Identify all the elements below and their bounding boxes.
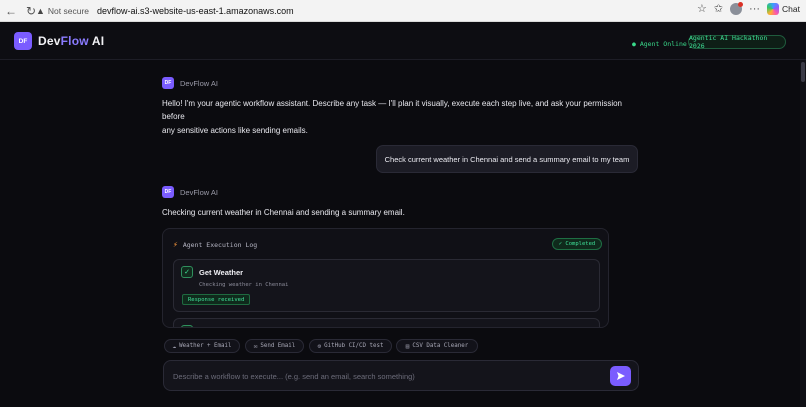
gear-icon: ⚙ — [317, 342, 322, 350]
more-icon[interactable]: ··· — [749, 3, 760, 15]
scrollbar[interactable] — [800, 60, 806, 407]
reply-message: Checking current weather in Chennai and … — [162, 208, 405, 217]
step-title: Get Weather — [199, 268, 244, 277]
warning-icon: ▲ — [36, 6, 45, 16]
url-text[interactable]: devflow-ai.s3-website-us-east-1.amazonaw… — [97, 6, 294, 16]
chat-button[interactable]: Chat — [767, 2, 800, 15]
copilot-icon — [767, 2, 780, 15]
scrollbar-thumb[interactable] — [801, 62, 805, 82]
bot-avatar: DF — [162, 77, 174, 89]
send-button[interactable] — [610, 366, 631, 386]
file-icon: ▤ — [405, 342, 410, 350]
address-bar[interactable]: ▲ Not secure devflow-ai.s3-website-us-ea… — [36, 3, 766, 19]
event-badge: Agentic AI Hackathon 2026 — [688, 34, 786, 50]
profile-avatar[interactable] — [730, 1, 744, 15]
chip-github-ci[interactable]: ⚙ GitHub CI/CD test — [309, 339, 392, 353]
logo-text: DevFlow AI — [38, 34, 105, 48]
status-badge: ✓ Completed — [552, 238, 602, 250]
check-icon: ✓ — [181, 266, 193, 278]
logo-badge: DF — [14, 32, 32, 50]
bot-name: DevFlow AI — [180, 79, 218, 88]
agent-status: ● Agent Online — [632, 40, 687, 48]
execution-log-title: ⚡ Agent Execution Log — [173, 240, 258, 249]
app-header: DF DevFlow AI ● Agent Online Agentic AI … — [0, 22, 806, 60]
chat-label: Chat — [782, 3, 800, 14]
mail-icon: ✉ — [253, 342, 258, 350]
composer — [163, 360, 639, 391]
execution-log-card: ⚡ Agent Execution Log ✓ Completed ✓ Get … — [162, 228, 609, 328]
security-label: Not secure — [47, 6, 90, 16]
star-icon[interactable]: ☆ — [697, 2, 707, 15]
cloud-icon: ☁ — [172, 342, 177, 350]
step-card[interactable] — [173, 318, 600, 327]
chip-send-email[interactable]: ✉ Send Email — [245, 339, 304, 353]
check-icon — [181, 325, 193, 327]
favorites-icon[interactable]: ✩ — [714, 2, 723, 15]
browser-toolbar: ← ↻ ▲ Not secure devflow-ai.s3-website-u… — [0, 0, 806, 22]
step-detail: Checking weather in Chennai — [199, 282, 289, 288]
send-icon — [616, 372, 625, 380]
bot-name: DevFlow AI — [180, 188, 218, 197]
chip-weather-email[interactable]: ☁ Weather + Email — [164, 339, 240, 353]
workflow-input[interactable] — [173, 369, 603, 383]
step-card[interactable]: ✓ Get Weather Checking weather in Chenna… — [173, 259, 600, 312]
bot-avatar: DF — [162, 186, 174, 198]
back-icon[interactable]: ← — [2, 2, 20, 20]
chip-csv-cleaner[interactable]: ▤ CSV Data Cleaner — [396, 339, 478, 353]
bolt-icon: ⚡ — [173, 240, 178, 249]
response-badge: Response received — [182, 294, 251, 305]
user-message: Check current weather in Chennai and sen… — [376, 145, 638, 173]
greeting-message: Hello! I'm your agentic workflow assista… — [162, 99, 622, 135]
